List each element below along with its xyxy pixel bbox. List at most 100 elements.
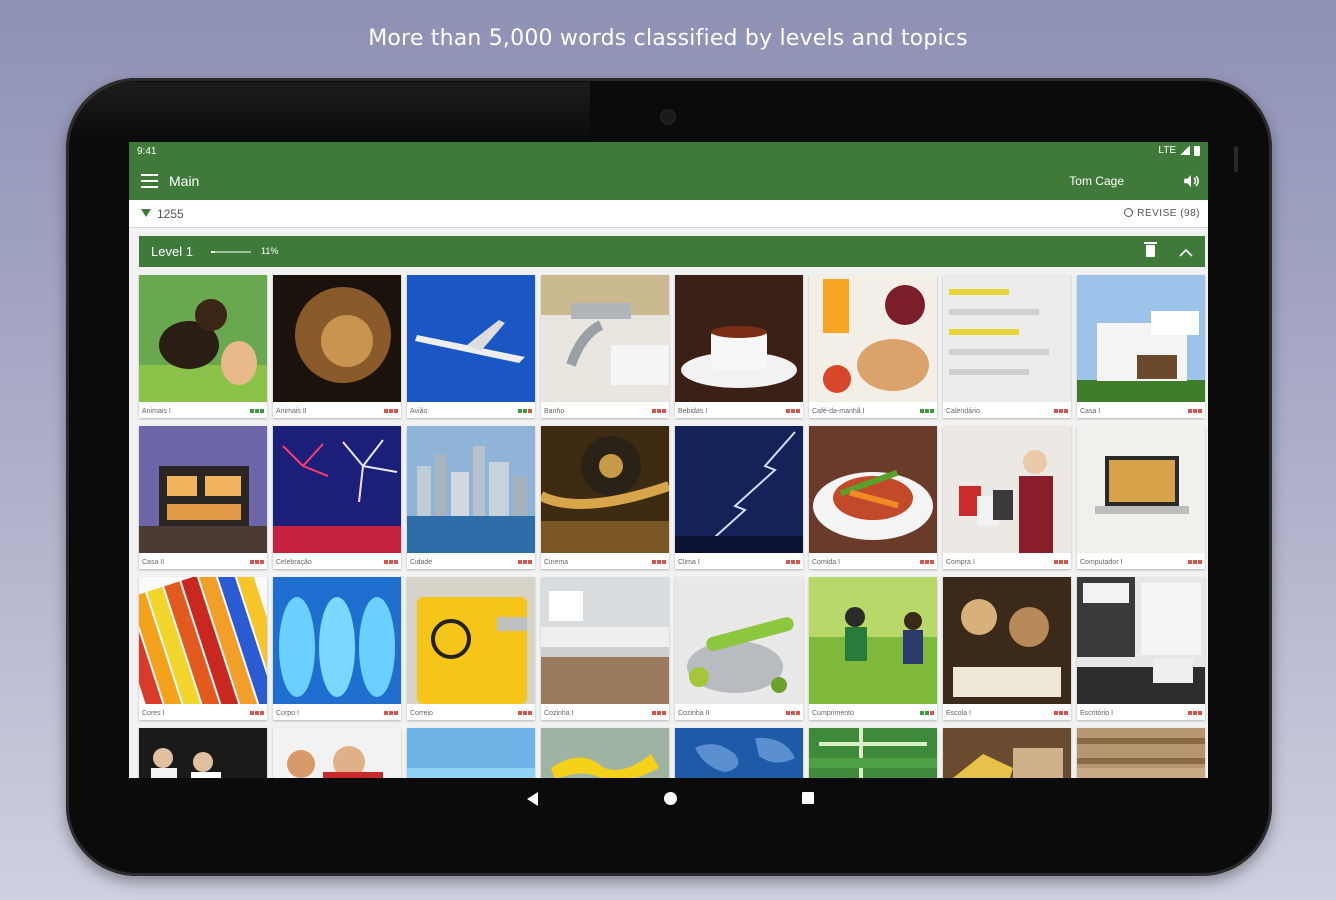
progress-dot-pending — [925, 560, 929, 564]
revise-button[interactable]: REVISE (98) — [1124, 208, 1200, 219]
progress-dot-pending — [662, 409, 666, 413]
topic-tile[interactable]: Celebração — [273, 426, 401, 569]
topic-caption: Computador I — [1080, 559, 1123, 566]
progress-dot-pending — [384, 409, 388, 413]
topic-progress-dots — [920, 711, 934, 715]
topic-image — [943, 426, 1071, 553]
progress-dot-pending — [930, 560, 934, 564]
topic-tile[interactable]: Cumprimento — [809, 577, 937, 720]
topic-progress-dots — [920, 409, 934, 413]
progress-dot-complete — [255, 409, 259, 413]
progress-dot-pending — [1054, 560, 1058, 564]
topic-image — [943, 577, 1071, 704]
topic-tile[interactable]: Escola I — [943, 577, 1071, 720]
progress-dot-pending — [1198, 409, 1202, 413]
topic-tile[interactable]: Avião — [407, 275, 535, 418]
topic-tile[interactable]: Cidade — [407, 426, 535, 569]
topic-caption: Compra I — [946, 559, 975, 566]
topic-tile[interactable]: Casa II — [139, 426, 267, 569]
topic-caption: Clima I — [678, 559, 700, 566]
topic-image — [1077, 728, 1205, 778]
progress-dot-pending — [652, 711, 656, 715]
topic-tile[interactable]: Casa I — [1077, 275, 1205, 418]
trash-icon[interactable] — [1144, 242, 1157, 257]
home-icon[interactable] — [664, 792, 677, 805]
topic-image — [1077, 577, 1205, 704]
topic-progress-dots — [652, 409, 666, 413]
topic-tile[interactable] — [1077, 728, 1205, 778]
topic-tile[interactable]: Café-da-manhã I — [809, 275, 937, 418]
user-name[interactable]: Tom Cage — [1069, 174, 1124, 188]
progress-dot-pending — [786, 560, 790, 564]
topic-tile[interactable]: Corpo I — [273, 577, 401, 720]
topic-progress-dots — [1188, 711, 1202, 715]
topic-tile[interactable] — [139, 728, 267, 778]
topic-tile[interactable] — [407, 728, 535, 778]
topic-caption: Cidade — [410, 559, 433, 566]
progress-dot-pending — [528, 711, 532, 715]
topic-tile[interactable]: Clima I — [675, 426, 803, 569]
topic-tile[interactable] — [675, 728, 803, 778]
topic-tile[interactable]: Bebidas I — [675, 275, 803, 418]
topic-caption: Bebidas I — [678, 408, 708, 415]
topic-tile[interactable]: Escritório I — [1077, 577, 1205, 720]
progress-dot-pending — [657, 711, 661, 715]
topic-tile[interactable]: Compra I — [943, 426, 1071, 569]
topic-tile[interactable]: Animais I — [139, 275, 267, 418]
topic-image — [139, 426, 267, 553]
progress-dot-pending — [652, 560, 656, 564]
topic-tile[interactable]: Animais II — [273, 275, 401, 418]
topic-tile[interactable]: Cinema — [541, 426, 669, 569]
progress-dot-pending — [791, 711, 795, 715]
topic-caption: Casa II — [142, 559, 165, 566]
topic-caption: Cumprimento — [812, 710, 855, 717]
progress-dot-complete — [523, 409, 527, 413]
topic-tile[interactable]: Correio — [407, 577, 535, 720]
topic-caption: Corpo I — [276, 710, 299, 717]
topic-tile[interactable]: Cores I — [139, 577, 267, 720]
progress-dot-pending — [791, 560, 795, 564]
topic-image — [273, 728, 401, 778]
topic-progress-dots — [518, 711, 532, 715]
level-progress-bar — [211, 251, 251, 253]
battery-icon — [1194, 145, 1200, 156]
topic-image — [407, 728, 535, 778]
topic-tile[interactable] — [541, 728, 669, 778]
topic-tile[interactable]: Calendário — [943, 275, 1071, 418]
hamburger-menu-icon[interactable] — [141, 174, 158, 188]
topic-tile[interactable]: Banho — [541, 275, 669, 418]
topic-progress-dots — [250, 711, 264, 715]
topic-tile[interactable]: Cozinha I — [541, 577, 669, 720]
topic-caption: Cozinha I — [544, 710, 574, 717]
chevron-up-icon[interactable] — [1179, 246, 1193, 260]
back-icon[interactable] — [527, 792, 538, 806]
points-bar: 1255 REVISE (98) — [129, 200, 1208, 228]
progress-dot-pending — [255, 560, 259, 564]
topic-image — [541, 275, 669, 402]
topic-image — [407, 577, 535, 704]
topic-tile[interactable] — [809, 728, 937, 778]
topic-image — [675, 275, 803, 402]
topic-tile[interactable]: Comida I — [809, 426, 937, 569]
topic-progress-dots — [250, 409, 264, 413]
topic-tile[interactable] — [943, 728, 1071, 778]
topic-tile[interactable]: Cozinha II — [675, 577, 803, 720]
topic-progress-dots — [384, 409, 398, 413]
topic-tile[interactable] — [273, 728, 401, 778]
speaker-icon[interactable] — [1182, 172, 1200, 190]
page-title: Main — [169, 173, 200, 189]
topic-image — [541, 577, 669, 704]
recents-icon[interactable] — [802, 792, 814, 804]
progress-dot-pending — [1198, 711, 1202, 715]
topic-caption: Calendário — [946, 408, 980, 415]
topic-tile[interactable]: Computador I — [1077, 426, 1205, 569]
topic-caption: Comida I — [812, 559, 841, 566]
level-header[interactable]: Level 1 11% — [139, 236, 1205, 267]
topic-caption: Banho — [544, 408, 565, 415]
progress-dot-pending — [394, 711, 398, 715]
topic-image — [809, 577, 937, 704]
topic-caption: Correio — [410, 710, 433, 717]
topic-image — [139, 275, 267, 402]
progress-dot-pending — [528, 560, 532, 564]
topic-image — [273, 275, 401, 402]
